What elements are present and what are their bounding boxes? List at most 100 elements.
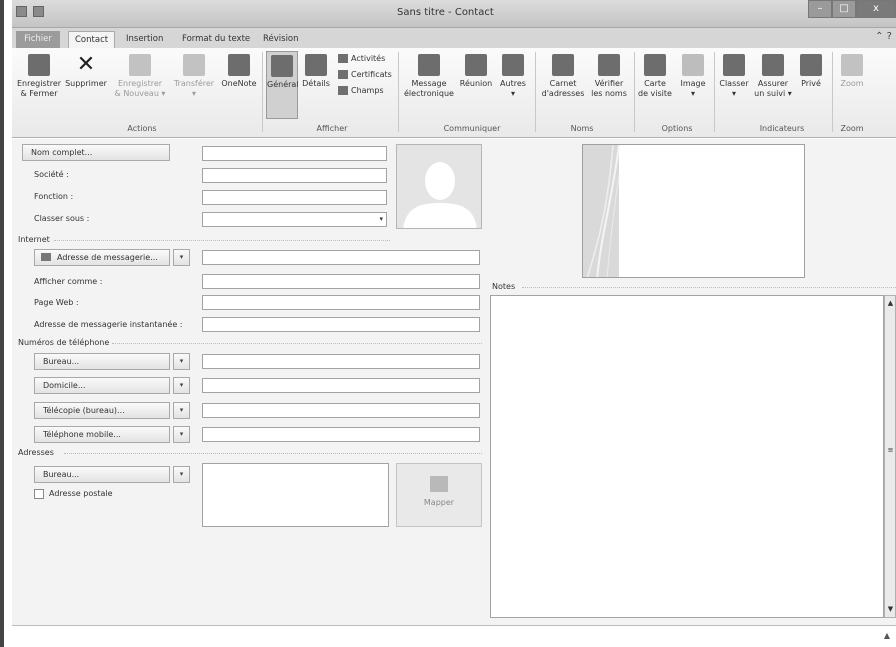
more-icon <box>502 54 524 76</box>
address-book-button[interactable]: Carnet d'adresses <box>538 54 588 99</box>
details-view-button[interactable]: Détails <box>300 54 332 89</box>
minimize-button[interactable]: – <box>808 0 832 18</box>
phone-business-dropdown[interactable]: ▾ <box>173 353 190 370</box>
more-communicate-button[interactable]: Autres ▾ <box>496 54 530 99</box>
email-dropdown[interactable]: ▾ <box>173 249 190 266</box>
forward-button[interactable]: Transférer ▾ <box>169 54 219 99</box>
map-button[interactable]: Mapper <box>396 463 482 527</box>
phone-fax-button[interactable]: Télécopie (bureau)... <box>34 402 170 419</box>
im-address-input[interactable] <box>202 317 480 332</box>
full-name-input[interactable] <box>202 146 387 161</box>
ribbon-tabs: Fichier Contact Insertion Format du text… <box>12 28 896 48</box>
business-card-icon <box>644 54 666 76</box>
general-view-button[interactable]: Général <box>266 51 299 119</box>
quick-access-toolbar <box>16 6 44 17</box>
group-separator <box>714 52 715 132</box>
full-name-button[interactable]: Nom complet... <box>22 144 170 161</box>
phone-fax-dropdown[interactable]: ▾ <box>173 402 190 419</box>
scroll-down-arrow-icon[interactable]: ▼ <box>886 605 895 614</box>
onenote-icon <box>228 54 250 76</box>
private-button[interactable]: Privé <box>796 54 826 89</box>
display-as-input[interactable] <box>202 274 480 289</box>
certificates-button[interactable]: Certificats <box>338 70 392 79</box>
divider <box>54 240 390 241</box>
contact-photo[interactable] <box>396 144 482 229</box>
notes-scrollbar[interactable]: ▲ ≡ ▼ <box>884 295 896 618</box>
map-icon <box>430 476 448 492</box>
notes-textarea[interactable] <box>490 295 884 618</box>
email-button[interactable]: Adresse de messagerie... <box>34 249 170 266</box>
mailing-address-checkbox[interactable] <box>34 489 44 499</box>
business-card-preview[interactable] <box>582 144 805 278</box>
mailing-address-label: Adresse postale <box>49 489 113 498</box>
activities-button[interactable]: Activités <box>338 54 385 63</box>
phone-mobile-dropdown[interactable]: ▾ <box>173 426 190 443</box>
email-icon <box>41 253 51 261</box>
categorize-icon <box>723 54 745 76</box>
phone-business-input[interactable] <box>202 354 480 369</box>
group-separator <box>398 52 399 132</box>
certificates-icon <box>338 70 348 79</box>
business-card-art <box>583 145 620 277</box>
categorize-button[interactable]: Classer ▾ <box>716 54 752 99</box>
onenote-button[interactable]: OneNote <box>219 54 259 89</box>
chevron-down-icon: ▾ <box>379 215 383 223</box>
group-label-communiquer: Communiquer <box>443 124 501 133</box>
fields-button[interactable]: Champs <box>338 86 384 95</box>
maximize-button[interactable]: □ <box>832 0 856 18</box>
email-message-button[interactable]: Message électronique <box>404 54 454 99</box>
address-dropdown[interactable]: ▾ <box>173 466 190 483</box>
phone-mobile-button[interactable]: Téléphone mobile... <box>34 426 170 443</box>
follow-up-button[interactable]: Assurer un suivi ▾ <box>752 54 794 99</box>
picture-button[interactable]: Image ▾ <box>676 54 710 99</box>
delete-button[interactable]: ✕ Supprimer <box>62 54 110 89</box>
group-label-afficher: Afficher <box>316 124 348 133</box>
lock-icon <box>800 54 822 76</box>
group-label-options: Options <box>661 124 693 133</box>
tab-format-du-texte[interactable]: Format du texte <box>176 31 256 48</box>
company-input[interactable] <box>202 168 387 183</box>
window-left-edge <box>0 0 4 647</box>
tab-insertion[interactable]: Insertion <box>120 31 169 48</box>
expand-up-icon[interactable]: ▲ <box>884 631 890 640</box>
fields-icon <box>338 86 348 95</box>
check-names-icon <box>598 54 620 76</box>
scroll-grip-icon[interactable]: ≡ <box>886 446 895 455</box>
zoom-button[interactable]: Zoom <box>834 54 870 89</box>
save-close-button[interactable]: Enregistrer & Fermer <box>16 54 62 99</box>
tab-revision[interactable]: Révision <box>257 31 305 48</box>
phone-home-dropdown[interactable]: ▾ <box>173 377 190 394</box>
check-names-button[interactable]: Vérifier les noms <box>588 54 630 99</box>
phone-fax-input[interactable] <box>202 403 480 418</box>
tab-contact[interactable]: Contact <box>68 31 116 48</box>
web-page-label: Page Web : <box>34 298 79 307</box>
job-title-input[interactable] <box>202 190 387 205</box>
details-view-icon <box>305 54 327 76</box>
phone-home-input[interactable] <box>202 378 480 393</box>
business-card-button[interactable]: Carte de visite <box>636 54 674 99</box>
group-separator <box>262 52 263 132</box>
contact-picture-icon <box>682 54 704 76</box>
save-new-button[interactable]: Enregistrer & Nouveau ▾ <box>114 54 166 99</box>
phone-business-button[interactable]: Bureau... <box>34 353 170 370</box>
email-input[interactable] <box>202 250 480 265</box>
phone-mobile-input[interactable] <box>202 427 480 442</box>
phone-home-button[interactable]: Domicile... <box>34 377 170 394</box>
save-icon[interactable] <box>33 6 44 17</box>
web-page-input[interactable] <box>202 295 480 310</box>
tab-fichier[interactable]: Fichier <box>16 31 60 48</box>
group-separator <box>832 52 833 132</box>
activities-icon <box>338 54 348 63</box>
address-business-button[interactable]: Bureau... <box>34 466 170 483</box>
scroll-up-arrow-icon[interactable]: ▲ <box>886 299 895 308</box>
divider <box>112 343 482 344</box>
forward-icon <box>183 54 205 76</box>
meeting-button[interactable]: Réunion <box>456 54 496 89</box>
address-textarea[interactable] <box>202 463 389 527</box>
help-icon[interactable]: ⌃ ? <box>875 31 892 42</box>
general-view-icon <box>271 55 293 77</box>
zoom-magnifier-icon <box>841 54 863 76</box>
close-button[interactable]: x <box>856 0 896 18</box>
company-label: Société : <box>34 170 69 179</box>
file-as-select[interactable]: ▾ <box>202 212 387 227</box>
